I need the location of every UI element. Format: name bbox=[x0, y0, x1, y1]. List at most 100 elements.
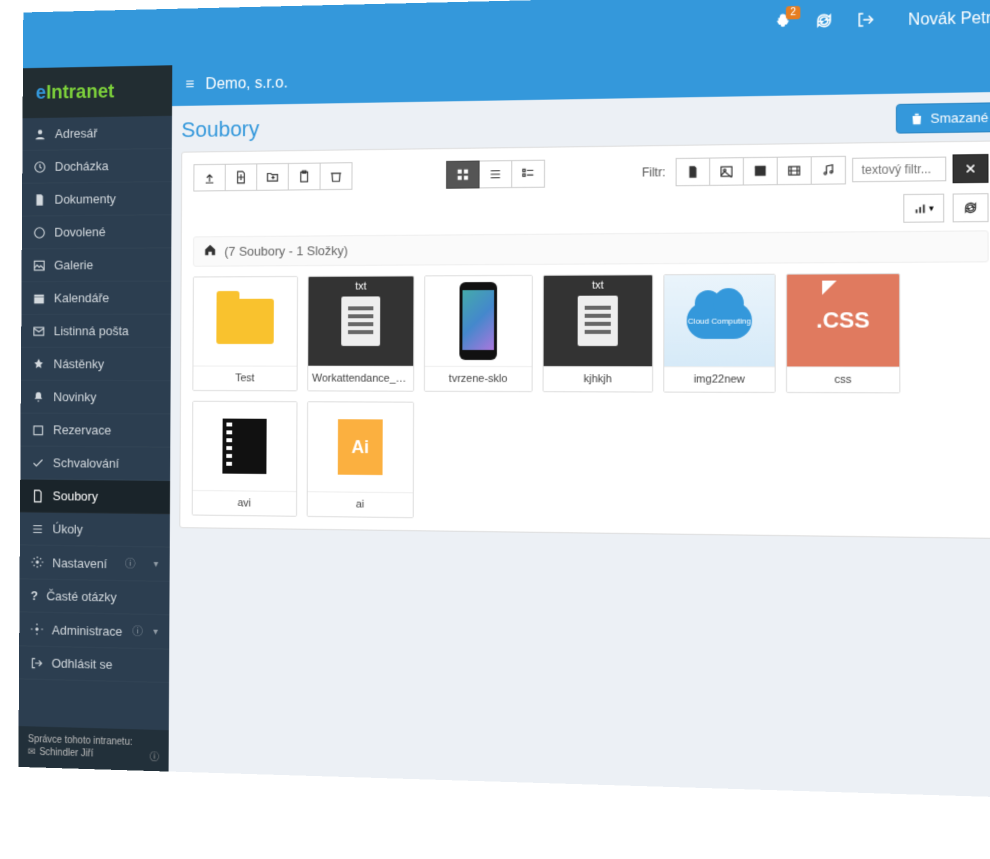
sidebar-item-kalendare[interactable]: Kalendáře bbox=[21, 281, 171, 315]
sidebar: eIntranet Adresář Docházka Dokumenty Dov… bbox=[18, 65, 172, 771]
sidebar-item-posta[interactable]: Listinná pošta bbox=[21, 315, 171, 348]
sidebar-item-odhlasit[interactable]: Odhlásit se bbox=[19, 646, 169, 683]
trash-icon bbox=[910, 111, 925, 126]
file-icon bbox=[31, 489, 44, 503]
deleted-button[interactable]: Smazané bbox=[896, 102, 990, 133]
mail-icon: ✉ bbox=[28, 747, 36, 758]
gear-icon bbox=[31, 555, 44, 569]
path-info: (7 Soubory - 1 Složky) bbox=[224, 243, 348, 259]
sidebar-item-nastaveni[interactable]: Nastavení ⓘ ▾ bbox=[20, 545, 170, 582]
file-label: avi bbox=[193, 490, 296, 516]
filter-images-button[interactable] bbox=[710, 157, 744, 186]
filter-audio-button[interactable] bbox=[812, 156, 846, 185]
info-icon: ⓘ bbox=[125, 556, 135, 572]
sidebar-item-label: Kalendáře bbox=[54, 291, 109, 306]
sidebar-item-ukoly[interactable]: Úkoly bbox=[20, 512, 170, 547]
chevron-down-icon: ▾ bbox=[154, 559, 159, 570]
cloud-icon: Cloud Computing bbox=[687, 302, 752, 339]
gallery-icon bbox=[33, 258, 46, 272]
new-file-button[interactable] bbox=[226, 163, 258, 191]
sidebar-item-galerie[interactable]: Galerie bbox=[22, 248, 172, 282]
chevron-down-icon: ▾ bbox=[153, 626, 158, 637]
sidebar-item-rezervace[interactable]: Rezervace bbox=[20, 414, 170, 448]
question-icon: ? bbox=[31, 588, 38, 603]
info-icon: ⓘ bbox=[150, 748, 160, 763]
file-txt-kjhkjh[interactable]: txt kjhkjh bbox=[543, 274, 654, 392]
file-label: kjhkjh bbox=[544, 366, 653, 391]
sidebar-item-label: Časté otázky bbox=[46, 589, 116, 605]
sort-button[interactable]: ▾ bbox=[904, 194, 944, 223]
sidebar-item-label: Nastavení bbox=[52, 555, 107, 570]
admin-icon bbox=[30, 622, 43, 636]
file-label: Test bbox=[193, 366, 296, 391]
tasks-icon bbox=[31, 522, 44, 536]
paste-button[interactable] bbox=[289, 163, 321, 191]
sidebar-item-adresar[interactable]: Adresář bbox=[22, 116, 172, 151]
username-label[interactable]: Novák Petr bbox=[908, 10, 990, 30]
notif-badge: 2 bbox=[786, 5, 800, 19]
sidebar-item-dochazka[interactable]: Docházka bbox=[22, 149, 172, 184]
sidebar-item-schvalovani[interactable]: Schvalování bbox=[20, 447, 170, 481]
sidebar-item-faq[interactable]: ? Časté otázky bbox=[19, 579, 169, 615]
sidebar-item-label: Úkoly bbox=[52, 522, 82, 537]
footer-admin-name: Schindler Jiří bbox=[39, 747, 93, 759]
sidebar-item-dokumenty[interactable]: Dokumenty bbox=[22, 182, 172, 217]
mail-icon bbox=[32, 324, 45, 338]
reserve-icon bbox=[32, 423, 45, 437]
sidebar-item-administrace[interactable]: Administrace ⓘ ▾ bbox=[19, 612, 169, 649]
sidebar-item-label: Dokumenty bbox=[54, 191, 115, 206]
toolbar: Filtr: bbox=[193, 154, 988, 192]
txt-badge: txt bbox=[592, 280, 604, 292]
file-label: img22new bbox=[664, 366, 774, 392]
folder-icon bbox=[216, 299, 274, 344]
home-icon[interactable] bbox=[203, 243, 216, 260]
files-grid: Test txt Workattendance_d... tvrzene-skl… bbox=[192, 273, 989, 526]
file-ai[interactable]: Ai ai bbox=[307, 401, 414, 518]
bell-icon bbox=[32, 390, 45, 404]
clear-filter-button[interactable] bbox=[953, 154, 989, 183]
file-txt-workattendance[interactable]: txt Workattendance_d... bbox=[307, 275, 414, 391]
page-title: Soubory bbox=[181, 116, 259, 143]
file-label: css bbox=[787, 366, 899, 392]
logout-icon[interactable] bbox=[856, 10, 875, 34]
sidebar-item-nastenky[interactable]: Nástěnky bbox=[21, 348, 171, 381]
sidebar-item-label: Novinky bbox=[53, 390, 96, 405]
info-icon: ⓘ bbox=[132, 623, 142, 639]
file-label: Workattendance_d... bbox=[308, 366, 413, 391]
filter-docs-button[interactable] bbox=[676, 158, 711, 187]
company-name: Demo, s.r.o. bbox=[206, 75, 288, 94]
notifications-icon[interactable]: 2 bbox=[773, 12, 792, 36]
clock-icon bbox=[33, 160, 46, 174]
upload-button[interactable] bbox=[193, 164, 225, 192]
sidebar-item-dovolene[interactable]: Dovolené bbox=[22, 215, 172, 249]
sidebar-item-label: Galerie bbox=[54, 258, 93, 273]
css-icon: .CSS bbox=[787, 274, 899, 366]
doc-icon bbox=[33, 193, 46, 207]
view-list-button[interactable] bbox=[480, 160, 513, 188]
filter-archive-button[interactable] bbox=[744, 157, 778, 186]
filter-input[interactable] bbox=[852, 157, 946, 183]
sidebar-item-novinky[interactable]: Novinky bbox=[21, 381, 171, 415]
new-folder-button[interactable] bbox=[257, 163, 289, 191]
deleted-button-label: Smazané bbox=[931, 110, 989, 126]
file-avi[interactable]: avi bbox=[192, 401, 298, 517]
hamburger-icon[interactable]: ≡ bbox=[185, 76, 194, 94]
file-img-tvrzene[interactable]: tvrzene-sklo bbox=[424, 275, 533, 392]
file-folder-test[interactable]: Test bbox=[192, 276, 298, 391]
refresh-icon[interactable] bbox=[815, 11, 834, 35]
pin-icon bbox=[32, 357, 45, 371]
filter-video-button[interactable] bbox=[778, 156, 812, 185]
refresh-button[interactable] bbox=[953, 193, 989, 222]
txt-badge: txt bbox=[355, 281, 366, 293]
file-img-cloud[interactable]: Cloud Computing img22new bbox=[663, 274, 775, 393]
delete-button[interactable] bbox=[321, 162, 353, 190]
video-icon bbox=[222, 419, 266, 474]
sidebar-item-soubory[interactable]: Soubory bbox=[20, 479, 170, 514]
file-css[interactable]: .CSS css bbox=[786, 273, 900, 393]
sidebar-item-label: Odhlásit se bbox=[52, 656, 113, 672]
view-grid-button[interactable] bbox=[446, 161, 480, 189]
doc-icon bbox=[341, 296, 380, 346]
contacts-icon bbox=[34, 127, 47, 141]
sidebar-item-label: Adresář bbox=[55, 126, 97, 141]
view-detail-button[interactable] bbox=[513, 160, 546, 188]
